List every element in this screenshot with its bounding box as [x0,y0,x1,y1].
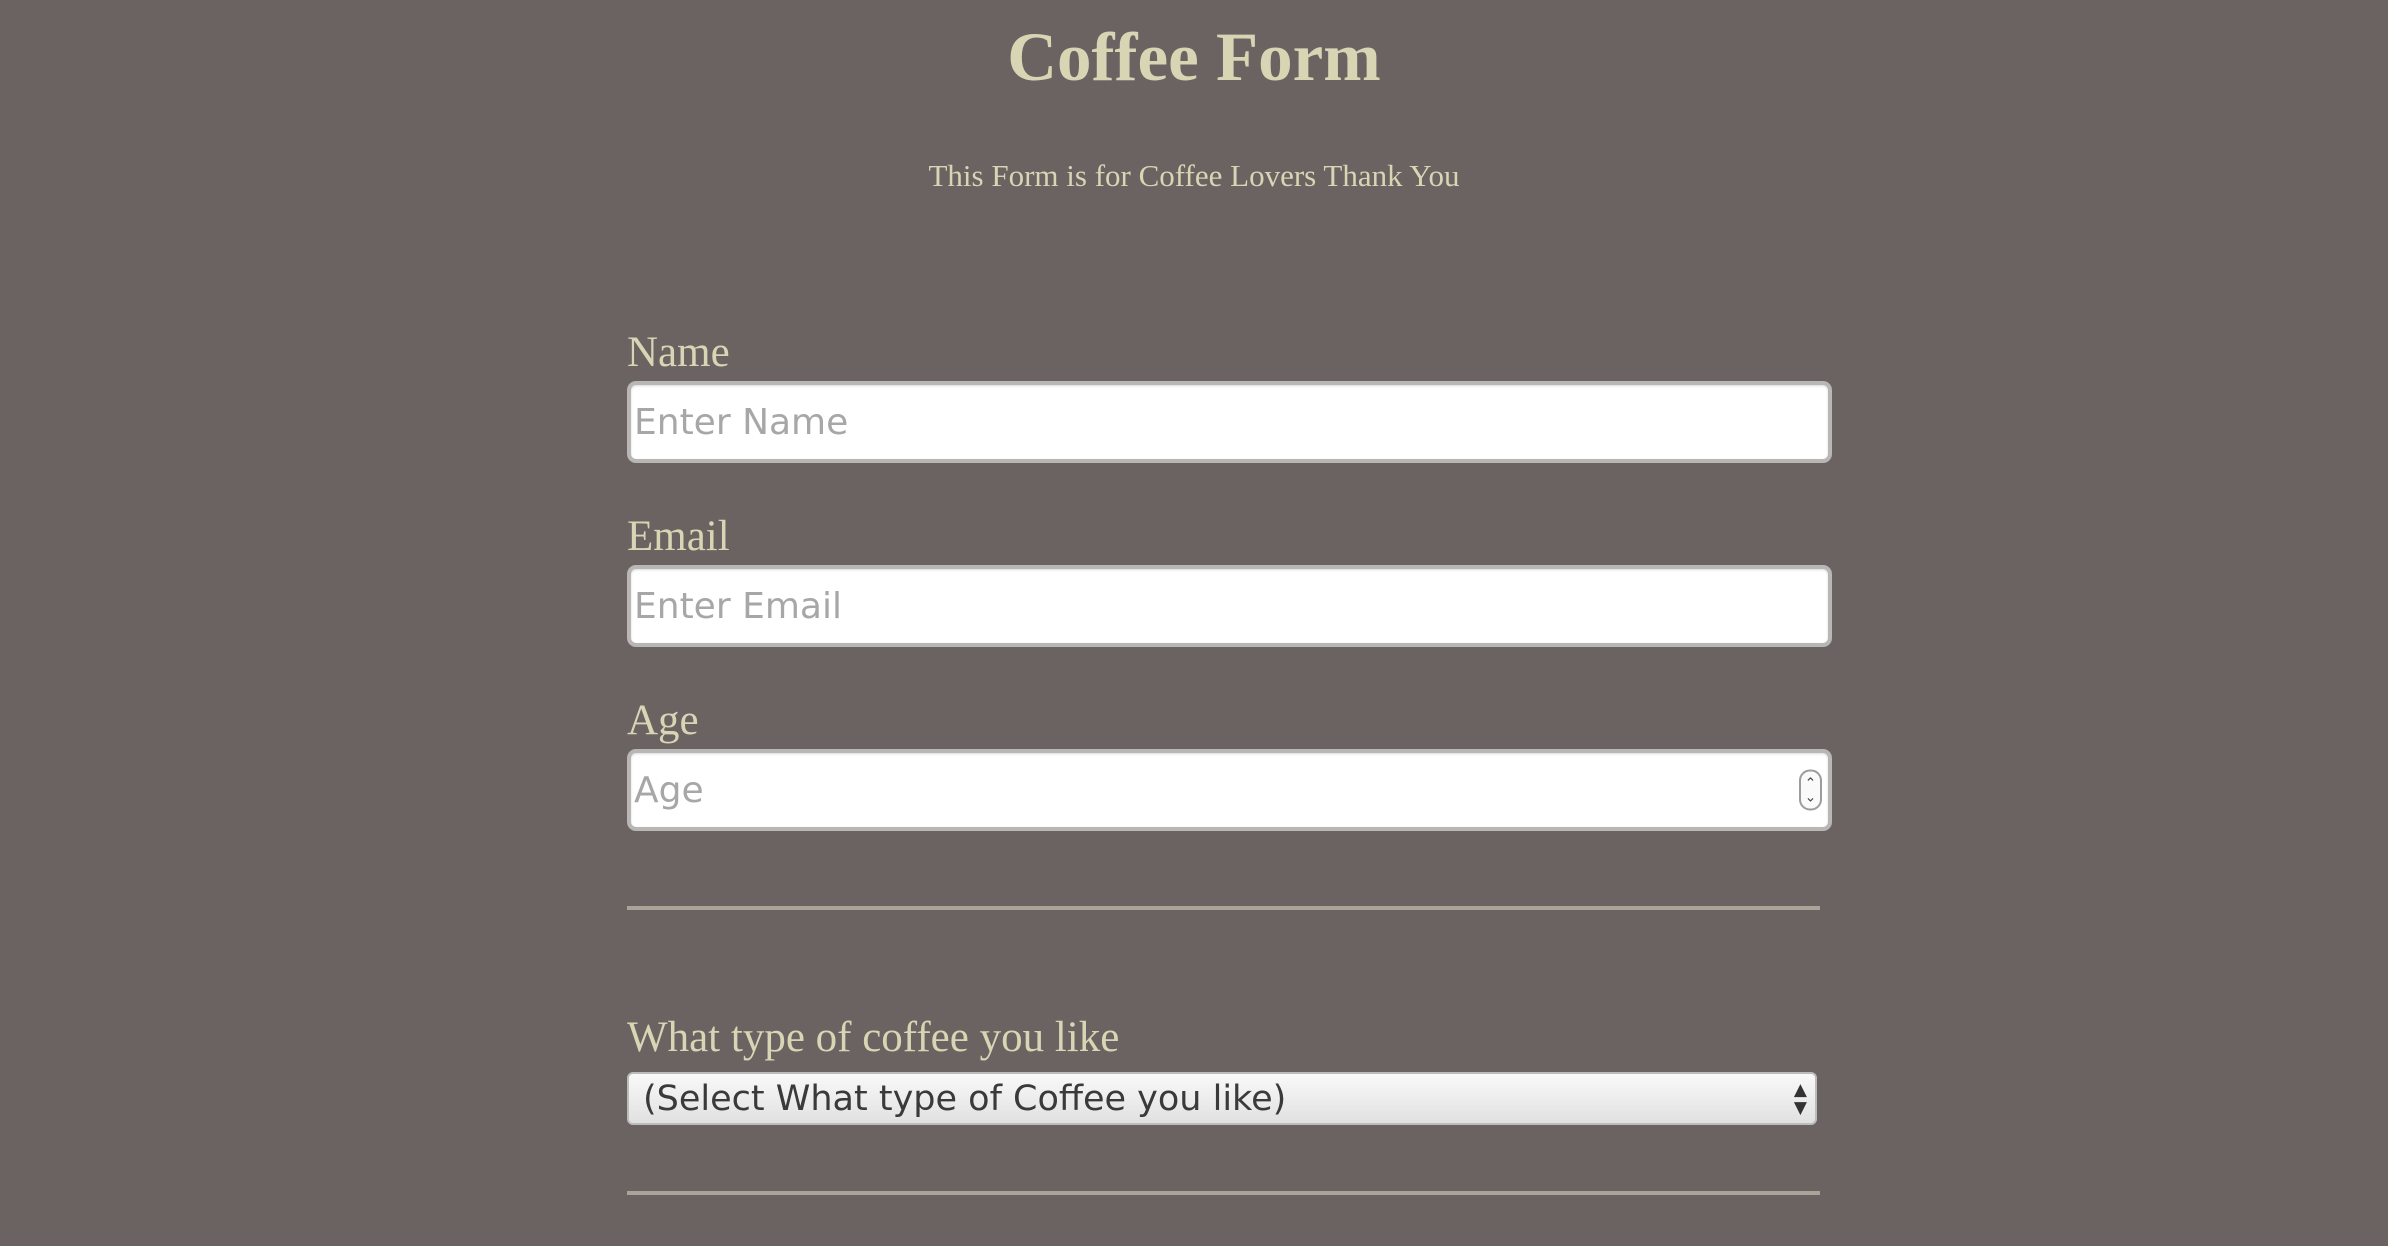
section-divider [627,906,1820,910]
spinner-down-icon[interactable]: ⌄ [1805,790,1817,804]
age-field: ⌃ ⌄ [627,749,1832,831]
section-divider-bottom [627,1191,1820,1195]
page: Coffee Form This Form is for Coffee Love… [0,0,2388,1246]
spinner-up-icon[interactable]: ⌃ [1805,776,1817,790]
name-label: Name [627,329,730,376]
coffee-type-selected-value: (Select What type of Coffee you like) [643,1078,1287,1119]
email-input[interactable] [627,565,1832,647]
select-up-arrow-icon: ▲ [1793,1079,1807,1100]
name-input[interactable] [627,381,1832,463]
coffee-type-label: What type of coffee you like [627,1014,1120,1061]
select-down-arrow-icon: ▼ [1793,1097,1807,1118]
coffee-type-select[interactable]: (Select What type of Coffee you like) ▲ … [627,1072,1817,1125]
page-subtitle: This Form is for Coffee Lovers Thank You [928,158,1460,193]
age-label: Age [627,697,699,744]
spinner-arrows-icon[interactable]: ⌃ ⌄ [1799,769,1822,811]
age-input[interactable] [627,749,1832,831]
select-updown-icon: ▲ ▼ [1794,1081,1807,1117]
email-label: Email [627,513,730,560]
page-title: Coffee Form [1007,19,1381,95]
